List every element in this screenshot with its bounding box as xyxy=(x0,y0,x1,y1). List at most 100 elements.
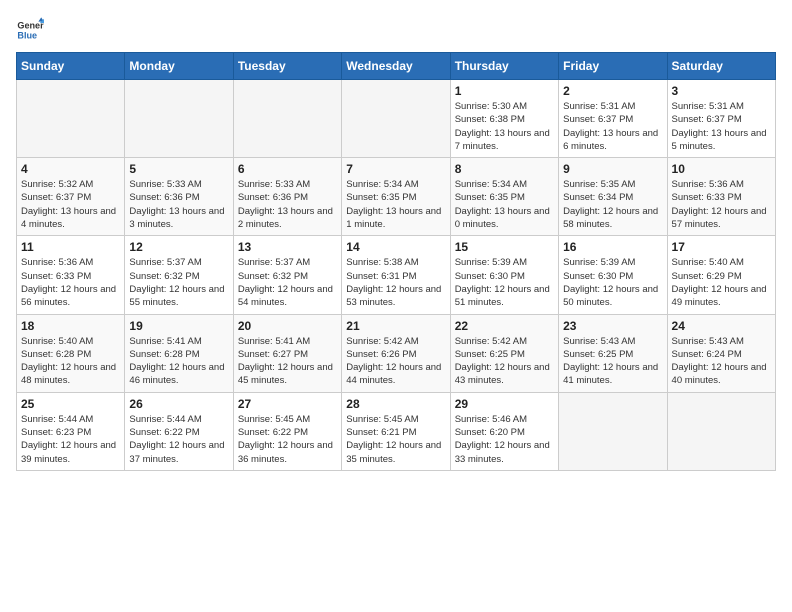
day-info: Sunrise: 5:32 AM Sunset: 6:37 PM Dayligh… xyxy=(21,178,120,231)
day-info: Sunrise: 5:37 AM Sunset: 6:32 PM Dayligh… xyxy=(129,256,228,309)
calendar-cell: 25Sunrise: 5:44 AM Sunset: 6:23 PM Dayli… xyxy=(17,392,125,470)
day-info: Sunrise: 5:36 AM Sunset: 6:33 PM Dayligh… xyxy=(21,256,120,309)
day-info: Sunrise: 5:45 AM Sunset: 6:21 PM Dayligh… xyxy=(346,413,445,466)
day-info: Sunrise: 5:39 AM Sunset: 6:30 PM Dayligh… xyxy=(455,256,554,309)
weekday-header-friday: Friday xyxy=(559,53,667,80)
calendar-cell: 20Sunrise: 5:41 AM Sunset: 6:27 PM Dayli… xyxy=(233,314,341,392)
day-info: Sunrise: 5:34 AM Sunset: 6:35 PM Dayligh… xyxy=(346,178,445,231)
day-number: 21 xyxy=(346,319,445,333)
calendar-cell xyxy=(342,80,450,158)
day-number: 26 xyxy=(129,397,228,411)
logo-icon: General Blue xyxy=(16,16,44,44)
day-info: Sunrise: 5:31 AM Sunset: 6:37 PM Dayligh… xyxy=(672,100,771,153)
day-info: Sunrise: 5:33 AM Sunset: 6:36 PM Dayligh… xyxy=(238,178,337,231)
day-number: 6 xyxy=(238,162,337,176)
week-row-2: 11 Sunrise: 5:36 AM Sunset: 6:33 PM Dayli… xyxy=(17,236,776,314)
svg-text:Blue: Blue xyxy=(17,30,37,40)
calendar-cell: 13Sunrise: 5:37 AM Sunset: 6:32 PM Dayli… xyxy=(233,236,341,314)
calendar-table: SundayMondayTuesdayWednesdayThursdayFrid… xyxy=(16,52,776,471)
calendar-cell: 2Sunrise: 5:31 AM Sunset: 6:37 PM Daylig… xyxy=(559,80,667,158)
calendar-cell: 5 Sunrise: 5:33 AM Sunset: 6:36 PM Daylig… xyxy=(125,158,233,236)
day-number: 10 xyxy=(672,162,771,176)
day-number: 1 xyxy=(455,84,554,98)
day-info: Sunrise: 5:33 AM Sunset: 6:36 PM Dayligh… xyxy=(129,178,228,231)
day-info: Sunrise: 5:38 AM Sunset: 6:31 PM Dayligh… xyxy=(346,256,445,309)
day-info: Sunrise: 5:36 AM Sunset: 6:33 PM Dayligh… xyxy=(672,178,771,231)
week-row-4: 25Sunrise: 5:44 AM Sunset: 6:23 PM Dayli… xyxy=(17,392,776,470)
day-number: 12 xyxy=(129,240,228,254)
page-header: General Blue xyxy=(16,16,776,44)
day-number: 16 xyxy=(563,240,662,254)
week-row-0: 1 Sunrise: 5:30 AM Sunset: 6:38 PM Daylig… xyxy=(17,80,776,158)
day-number: 27 xyxy=(238,397,337,411)
calendar-cell: 21 Sunrise: 5:42 AM Sunset: 6:26 PM Dayli… xyxy=(342,314,450,392)
calendar-cell xyxy=(125,80,233,158)
day-info: Sunrise: 5:39 AM Sunset: 6:30 PM Dayligh… xyxy=(563,256,662,309)
calendar-cell: 22 Sunrise: 5:42 AM Sunset: 6:25 PM Dayli… xyxy=(450,314,558,392)
logo: General Blue xyxy=(16,16,44,44)
day-number: 22 xyxy=(455,319,554,333)
calendar-cell: 3 Sunrise: 5:31 AM Sunset: 6:37 PM Daylig… xyxy=(667,80,775,158)
calendar-cell: 6 Sunrise: 5:33 AM Sunset: 6:36 PM Daylig… xyxy=(233,158,341,236)
weekday-header-saturday: Saturday xyxy=(667,53,775,80)
day-number: 18 xyxy=(21,319,120,333)
day-info: Sunrise: 5:40 AM Sunset: 6:28 PM Dayligh… xyxy=(21,335,120,388)
day-info: Sunrise: 5:34 AM Sunset: 6:35 PM Dayligh… xyxy=(455,178,554,231)
day-number: 13 xyxy=(238,240,337,254)
day-number: 29 xyxy=(455,397,554,411)
calendar-cell: 17Sunrise: 5:40 AM Sunset: 6:29 PM Dayli… xyxy=(667,236,775,314)
day-info: Sunrise: 5:31 AM Sunset: 6:37 PM Dayligh… xyxy=(563,100,662,153)
weekday-header-wednesday: Wednesday xyxy=(342,53,450,80)
day-info: Sunrise: 5:42 AM Sunset: 6:25 PM Dayligh… xyxy=(455,335,554,388)
calendar-body: 1 Sunrise: 5:30 AM Sunset: 6:38 PM Daylig… xyxy=(17,80,776,471)
day-info: Sunrise: 5:30 AM Sunset: 6:38 PM Dayligh… xyxy=(455,100,554,153)
calendar-cell: 26 Sunrise: 5:44 AM Sunset: 6:22 PM Dayli… xyxy=(125,392,233,470)
calendar-cell: 23 Sunrise: 5:43 AM Sunset: 6:25 PM Dayli… xyxy=(559,314,667,392)
calendar-cell: 28 Sunrise: 5:45 AM Sunset: 6:21 PM Dayli… xyxy=(342,392,450,470)
calendar-cell xyxy=(559,392,667,470)
calendar-cell xyxy=(233,80,341,158)
calendar-cell: 29Sunrise: 5:46 AM Sunset: 6:20 PM Dayli… xyxy=(450,392,558,470)
day-number: 8 xyxy=(455,162,554,176)
weekday-header-sunday: Sunday xyxy=(17,53,125,80)
day-number: 14 xyxy=(346,240,445,254)
day-number: 17 xyxy=(672,240,771,254)
day-number: 7 xyxy=(346,162,445,176)
day-info: Sunrise: 5:41 AM Sunset: 6:27 PM Dayligh… xyxy=(238,335,337,388)
day-info: Sunrise: 5:41 AM Sunset: 6:28 PM Dayligh… xyxy=(129,335,228,388)
calendar-cell: 14 Sunrise: 5:38 AM Sunset: 6:31 PM Dayli… xyxy=(342,236,450,314)
calendar-cell: 27 Sunrise: 5:45 AM Sunset: 6:22 PM Dayli… xyxy=(233,392,341,470)
day-number: 23 xyxy=(563,319,662,333)
calendar-cell: 7 Sunrise: 5:34 AM Sunset: 6:35 PM Daylig… xyxy=(342,158,450,236)
calendar-cell: 8 Sunrise: 5:34 AM Sunset: 6:35 PM Daylig… xyxy=(450,158,558,236)
week-row-3: 18 Sunrise: 5:40 AM Sunset: 6:28 PM Dayli… xyxy=(17,314,776,392)
day-info: Sunrise: 5:45 AM Sunset: 6:22 PM Dayligh… xyxy=(238,413,337,466)
calendar-cell xyxy=(667,392,775,470)
calendar-cell xyxy=(17,80,125,158)
day-info: Sunrise: 5:35 AM Sunset: 6:34 PM Dayligh… xyxy=(563,178,662,231)
weekday-header-tuesday: Tuesday xyxy=(233,53,341,80)
day-number: 28 xyxy=(346,397,445,411)
calendar-cell: 16 Sunrise: 5:39 AM Sunset: 6:30 PM Dayli… xyxy=(559,236,667,314)
day-number: 25 xyxy=(21,397,120,411)
day-info: Sunrise: 5:44 AM Sunset: 6:22 PM Dayligh… xyxy=(129,413,228,466)
day-info: Sunrise: 5:42 AM Sunset: 6:26 PM Dayligh… xyxy=(346,335,445,388)
week-row-1: 4 Sunrise: 5:32 AM Sunset: 6:37 PM Daylig… xyxy=(17,158,776,236)
day-number: 19 xyxy=(129,319,228,333)
day-number: 3 xyxy=(672,84,771,98)
day-number: 5 xyxy=(129,162,228,176)
weekday-header-monday: Monday xyxy=(125,53,233,80)
calendar-cell: 18 Sunrise: 5:40 AM Sunset: 6:28 PM Dayli… xyxy=(17,314,125,392)
day-number: 4 xyxy=(21,162,120,176)
weekday-header-row: SundayMondayTuesdayWednesdayThursdayFrid… xyxy=(17,53,776,80)
calendar-cell: 10 Sunrise: 5:36 AM Sunset: 6:33 PM Dayli… xyxy=(667,158,775,236)
day-info: Sunrise: 5:43 AM Sunset: 6:25 PM Dayligh… xyxy=(563,335,662,388)
calendar-cell: 11 Sunrise: 5:36 AM Sunset: 6:33 PM Dayli… xyxy=(17,236,125,314)
calendar-cell: 9 Sunrise: 5:35 AM Sunset: 6:34 PM Daylig… xyxy=(559,158,667,236)
day-number: 24 xyxy=(672,319,771,333)
day-number: 9 xyxy=(563,162,662,176)
svg-text:General: General xyxy=(17,21,44,31)
calendar-cell: 1 Sunrise: 5:30 AM Sunset: 6:38 PM Daylig… xyxy=(450,80,558,158)
day-number: 11 xyxy=(21,240,120,254)
calendar-cell: 19 Sunrise: 5:41 AM Sunset: 6:28 PM Dayli… xyxy=(125,314,233,392)
